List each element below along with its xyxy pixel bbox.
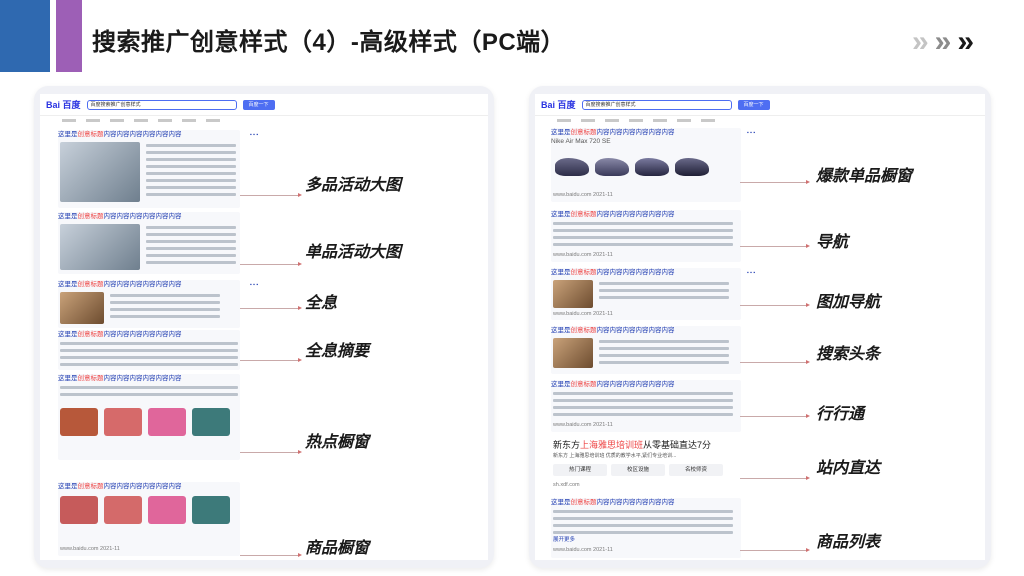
result-title[interactable]: 这里是创意标题内容内容内容内容内容内容 [58, 212, 240, 221]
result-url[interactable]: www.baidu.com 2021-11 [60, 546, 120, 552]
headline-url[interactable]: sh.xdf.com [553, 482, 580, 488]
side-ad: ▪ ▪ ▪ [250, 132, 259, 138]
search-input[interactable]: 百度搜索推广创意样式 [581, 99, 732, 110]
result-hot-single-product[interactable]: 这里是创意标题内容内容内容内容内容内容 Nike Air Max 720 SE … [551, 128, 741, 202]
result-url[interactable]: www.baidu.com 2021-11 [553, 192, 613, 198]
result-url[interactable]: www.baidu.com 2021-11 [553, 311, 613, 317]
result-navigation[interactable]: 这里是创意标题内容内容内容内容内容内容 www.baidu.com 2021-1… [551, 210, 741, 262]
left-panel: Bai 百度 百度搜索推广创意样式 百度一下 这里是创意标题内容内容内容内容内容… [34, 86, 494, 568]
result-product-showcase[interactable]: 这里是创意标题内容内容内容内容内容内容 www.baidu.com 2021-1… [58, 482, 240, 556]
chevron-right-icon: » [911, 25, 929, 58]
baidu-logo[interactable]: Bai 百度 [46, 98, 81, 111]
result-hot-showcase[interactable]: 这里是创意标题内容内容内容内容内容内容 [58, 374, 240, 460]
result-image [60, 292, 104, 324]
result-url[interactable]: www.baidu.com 2021-11 [553, 547, 613, 553]
result-title[interactable]: 这里是创意标题内容内容内容内容内容内容 [551, 498, 741, 507]
result-title[interactable]: 这里是创意标题内容内容内容内容内容内容 [58, 482, 240, 491]
chip-teachers[interactable]: 名校师资 [669, 464, 723, 476]
result-hologram-summary[interactable]: 这里是创意标题内容内容内容内容内容内容 [58, 330, 240, 370]
result-title[interactable]: 这里是创意标题内容内容内容内容内容内容 [551, 380, 741, 389]
result-title[interactable]: 这里是创意标题内容内容内容内容内容内容 [58, 130, 240, 139]
label-product-list: 商品列表 [816, 534, 881, 551]
search-tabs [535, 116, 985, 126]
side-ad: ▪ ▪ ▪ [747, 130, 756, 136]
search-button[interactable]: 百度一下 [737, 99, 770, 110]
result-multi-product[interactable]: 这里是创意标题内容内容内容内容内容内容 [58, 130, 240, 208]
accent-bar-blue [0, 0, 50, 72]
label-hot-showcase: 热点橱窗 [305, 434, 370, 451]
result-title[interactable]: 这里是创意标题内容内容内容内容内容内容 [58, 330, 240, 339]
chevron-decoration: » » » [911, 25, 974, 58]
chevron-right-icon: » [934, 25, 952, 58]
label-site-direct: 站内直达 [816, 460, 881, 477]
expand-more-link[interactable]: 展开更多 [553, 536, 575, 545]
baidu-page-right: Bai 百度 百度搜索推广创意样式 百度一下 这里是创意标题内容内容内容内容内容… [535, 94, 985, 560]
label-hot-single-product: 爆款单品橱窗 [816, 168, 913, 185]
search-button[interactable]: 百度一下 [242, 99, 275, 110]
label-multi-product: 多品活动大图 [305, 177, 402, 194]
result-search-headline[interactable]: 这里是创意标题内容内容内容内容内容内容 [551, 326, 741, 374]
result-single-product[interactable]: 这里是创意标题内容内容内容内容内容内容 [58, 212, 240, 274]
right-panel: Bai 百度 百度搜索推广创意样式 百度一下 这里是创意标题内容内容内容内容内容… [529, 86, 991, 568]
label-hologram: 全息 [305, 295, 338, 312]
chip-hot-course[interactable]: 热门课程 [553, 464, 607, 476]
result-image [60, 224, 140, 270]
headline-title[interactable]: 新东方上海雅思培训班从零基础直达7分 [553, 438, 711, 451]
result-site-direct[interactable]: 新东方上海雅思培训班从零基础直达7分 新东方 上海雅思培训班 优质的教学水平,紧… [551, 436, 741, 494]
label-search-headline: 搜索头条 [816, 346, 881, 363]
result-hologram[interactable]: 这里是创意标题内容内容内容内容内容内容 [58, 280, 240, 328]
result-url[interactable]: www.baidu.com 2021-11 [553, 422, 613, 428]
search-bar: Bai 百度 百度搜索推广创意样式 百度一下 [40, 94, 488, 116]
slide-title: 搜索推广创意样式（4）-高级样式（PC端） [92, 29, 566, 56]
chevron-right-icon: » [957, 25, 974, 58]
result-title[interactable]: 这里是创意标题内容内容内容内容内容内容 [58, 374, 240, 383]
product-name: Nike Air Max 720 SE [551, 138, 611, 145]
search-bar: Bai 百度 百度搜索推广创意样式 百度一下 [535, 94, 985, 116]
baidu-page-left: Bai 百度 百度搜索推广创意样式 百度一下 这里是创意标题内容内容内容内容内容… [40, 94, 488, 560]
result-title[interactable]: 这里是创意标题内容内容内容内容内容内容 [551, 128, 741, 137]
result-image [60, 142, 140, 202]
search-tabs [40, 116, 488, 126]
label-image-navigation: 图加导航 [816, 294, 881, 311]
chip-campus[interactable]: 校区设施 [611, 464, 665, 476]
label-hologram-summary: 全息摘要 [305, 343, 370, 360]
result-title[interactable]: 这里是创意标题内容内容内容内容内容内容 [551, 326, 741, 335]
result-title[interactable]: 这里是创意标题内容内容内容内容内容内容 [551, 210, 741, 219]
result-product-list[interactable]: 这里是创意标题内容内容内容内容内容内容 展开更多 www.baidu.com 2… [551, 498, 741, 558]
label-row-link: 行行通 [816, 406, 865, 423]
label-product-showcase: 商品橱窗 [305, 540, 370, 557]
label-single-product: 单品活动大图 [305, 244, 402, 261]
result-title[interactable]: 这里是创意标题内容内容内容内容内容内容 [551, 268, 741, 277]
side-ad: ▪ ▪ ▪ [747, 270, 756, 276]
baidu-logo[interactable]: Bai 百度 [541, 98, 576, 111]
result-url[interactable]: www.baidu.com 2021-11 [553, 252, 613, 258]
accent-bar-purple [56, 0, 82, 72]
result-image-navigation[interactable]: 这里是创意标题内容内容内容内容内容内容 www.baidu.com 2021-1… [551, 268, 741, 320]
result-title[interactable]: 这里是创意标题内容内容内容内容内容内容 [58, 280, 240, 289]
search-input[interactable]: 百度搜索推广创意样式 [86, 99, 237, 110]
headline-subtext: 新东方 上海雅思培训班 优质的教学水平,紧们专业培训... [553, 453, 677, 459]
side-ad: ▪ ▪ ▪ [250, 282, 259, 288]
label-navigation: 导航 [816, 234, 849, 251]
result-row-link[interactable]: 这里是创意标题内容内容内容内容内容内容 www.baidu.com 2021-1… [551, 380, 741, 432]
